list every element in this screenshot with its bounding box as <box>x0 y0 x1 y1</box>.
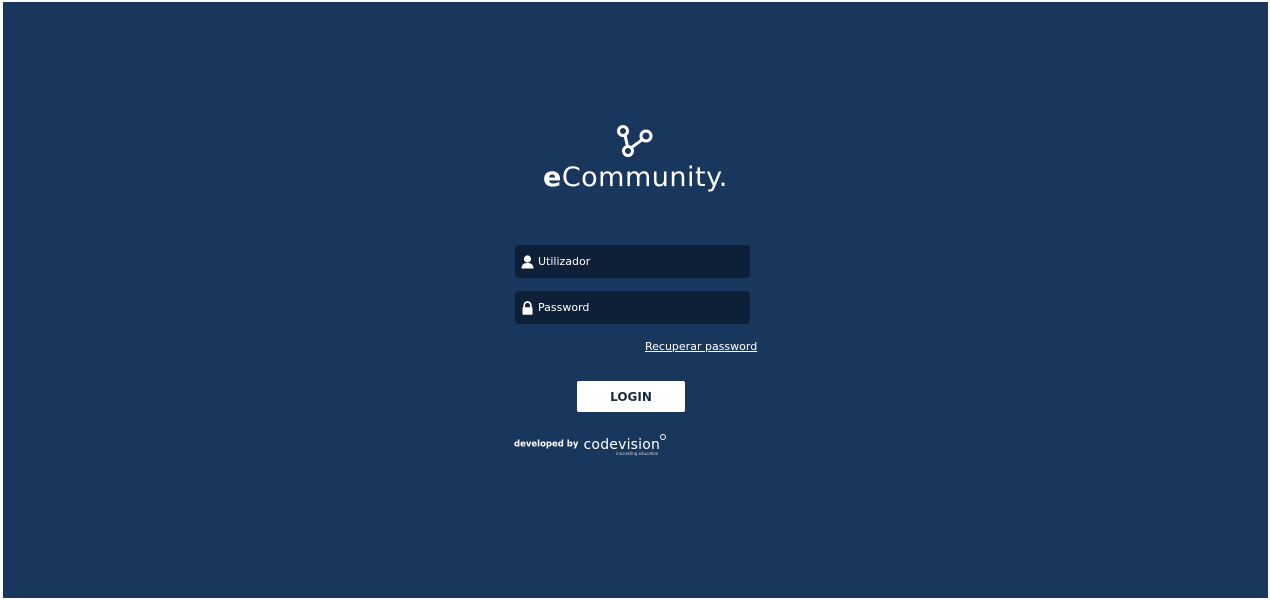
brand-name: Community. <box>561 162 728 193</box>
codevision-tagline: innovating education <box>616 451 659 456</box>
app-logo-text: eCommunity. <box>543 162 728 193</box>
username-input[interactable] <box>538 255 738 268</box>
password-field[interactable] <box>515 291 750 324</box>
branch-nodes-icon <box>617 125 653 157</box>
password-input[interactable] <box>538 301 738 314</box>
lock-icon <box>522 300 533 315</box>
codevision-ring-mark <box>660 434 667 440</box>
username-field[interactable] <box>515 245 750 278</box>
user-icon <box>521 254 534 268</box>
developed-by-label: developed by <box>514 439 579 450</box>
brand-prefix: e <box>543 162 562 193</box>
recover-password-link[interactable]: Recuperar password <box>645 340 757 353</box>
developer-credit: developed by codevision innovating educa… <box>514 434 667 458</box>
login-page: eCommunity. Recuperar password LOGIN dev… <box>3 2 1268 598</box>
login-button[interactable]: LOGIN <box>577 381 685 412</box>
